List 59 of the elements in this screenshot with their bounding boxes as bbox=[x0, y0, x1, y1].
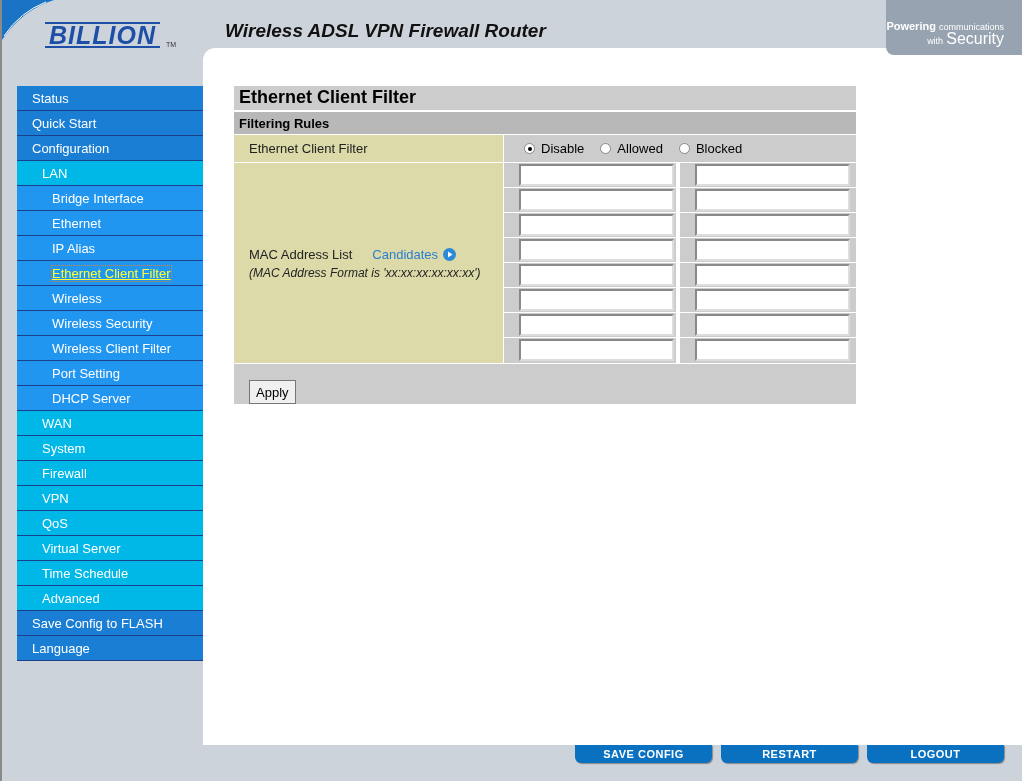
brand-logo: BILLION bbox=[45, 22, 160, 48]
menu-item[interactable]: Advanced bbox=[17, 586, 203, 611]
mac-address-field[interactable] bbox=[695, 164, 850, 186]
menu-item[interactable]: VPN bbox=[17, 486, 203, 511]
menu-item[interactable]: Save Config to FLASH bbox=[17, 611, 203, 636]
mac-address-field[interactable] bbox=[519, 264, 674, 286]
mac-address-field[interactable] bbox=[519, 239, 674, 261]
format-note: (MAC Address Format is 'xx:xx:xx:xx:xx:xx') bbox=[249, 265, 481, 280]
mac-address-field[interactable] bbox=[695, 214, 850, 236]
mac-address-field[interactable] bbox=[695, 314, 850, 336]
menu-item[interactable]: IP Alias bbox=[17, 236, 203, 261]
radio-button[interactable] bbox=[524, 143, 535, 154]
menu-item[interactable]: WAN bbox=[17, 411, 203, 436]
mac-address-field[interactable] bbox=[519, 164, 674, 186]
apply-button[interactable]: Apply bbox=[249, 380, 296, 404]
radio-label: Disable bbox=[541, 141, 585, 156]
field-label: MAC Address List bbox=[249, 246, 353, 262]
menu-item[interactable]: Quick Start bbox=[17, 111, 203, 136]
mac-address-field[interactable] bbox=[695, 264, 850, 286]
menu-item[interactable]: Bridge Interface bbox=[17, 186, 203, 211]
menu-item[interactable]: Firewall bbox=[17, 461, 203, 486]
section-header: Filtering Rules bbox=[234, 112, 856, 135]
menu-item[interactable]: Status bbox=[17, 86, 203, 111]
radio-label: Allowed bbox=[617, 141, 663, 156]
footer-button[interactable]: LOGOUT bbox=[867, 745, 1004, 763]
product-title: Wireless ADSL VPN Firewall Router bbox=[225, 20, 546, 42]
mac-address-field[interactable] bbox=[695, 189, 850, 211]
menu-item[interactable]: System bbox=[17, 436, 203, 461]
mac-address-field[interactable] bbox=[519, 189, 674, 211]
footer-button[interactable]: RESTART bbox=[721, 745, 858, 763]
menu-item[interactable]: Ethernet bbox=[17, 211, 203, 236]
menu-item[interactable]: Wireless Client Filter bbox=[17, 336, 203, 361]
play-icon[interactable] bbox=[443, 247, 457, 261]
menu-item[interactable]: DHCP Server bbox=[17, 386, 203, 411]
mac-address-field[interactable] bbox=[695, 289, 850, 311]
mac-address-field[interactable] bbox=[519, 289, 674, 311]
mac-address-field[interactable] bbox=[519, 214, 674, 236]
radio-button[interactable] bbox=[678, 143, 690, 154]
radio-label: Blocked bbox=[695, 141, 743, 156]
menu-item[interactable]: Configuration bbox=[17, 136, 203, 161]
menu-item[interactable]: Virtual Server bbox=[17, 536, 203, 561]
footer-button[interactable]: SAVE CONFIG bbox=[575, 745, 712, 763]
field-label: Ethernet Client Filter bbox=[249, 141, 368, 156]
mac-address-field[interactable] bbox=[519, 339, 674, 361]
menu-item[interactable]: Wireless Security bbox=[17, 311, 203, 336]
page-title: Ethernet Client Filter bbox=[234, 86, 856, 110]
mac-address-field[interactable] bbox=[695, 239, 850, 261]
menu-item[interactable]: Time Schedule bbox=[17, 561, 203, 586]
menu-item[interactable]: QoS bbox=[17, 511, 203, 536]
mac-address-field[interactable] bbox=[695, 339, 850, 361]
menu-item[interactable]: Language bbox=[17, 636, 203, 661]
tagline: Powering communications with Security bbox=[886, 0, 1022, 55]
menu-item[interactable]: Wireless bbox=[17, 286, 203, 311]
radio-button[interactable] bbox=[600, 143, 612, 154]
candidates-link[interactable]: Candidates bbox=[372, 246, 439, 262]
mac-address-field[interactable] bbox=[519, 314, 674, 336]
menu-item[interactable]: Port Setting bbox=[17, 361, 203, 386]
menu-item[interactable]: Ethernet Client Filter bbox=[17, 261, 203, 286]
menu-item[interactable]: LAN bbox=[17, 161, 203, 186]
